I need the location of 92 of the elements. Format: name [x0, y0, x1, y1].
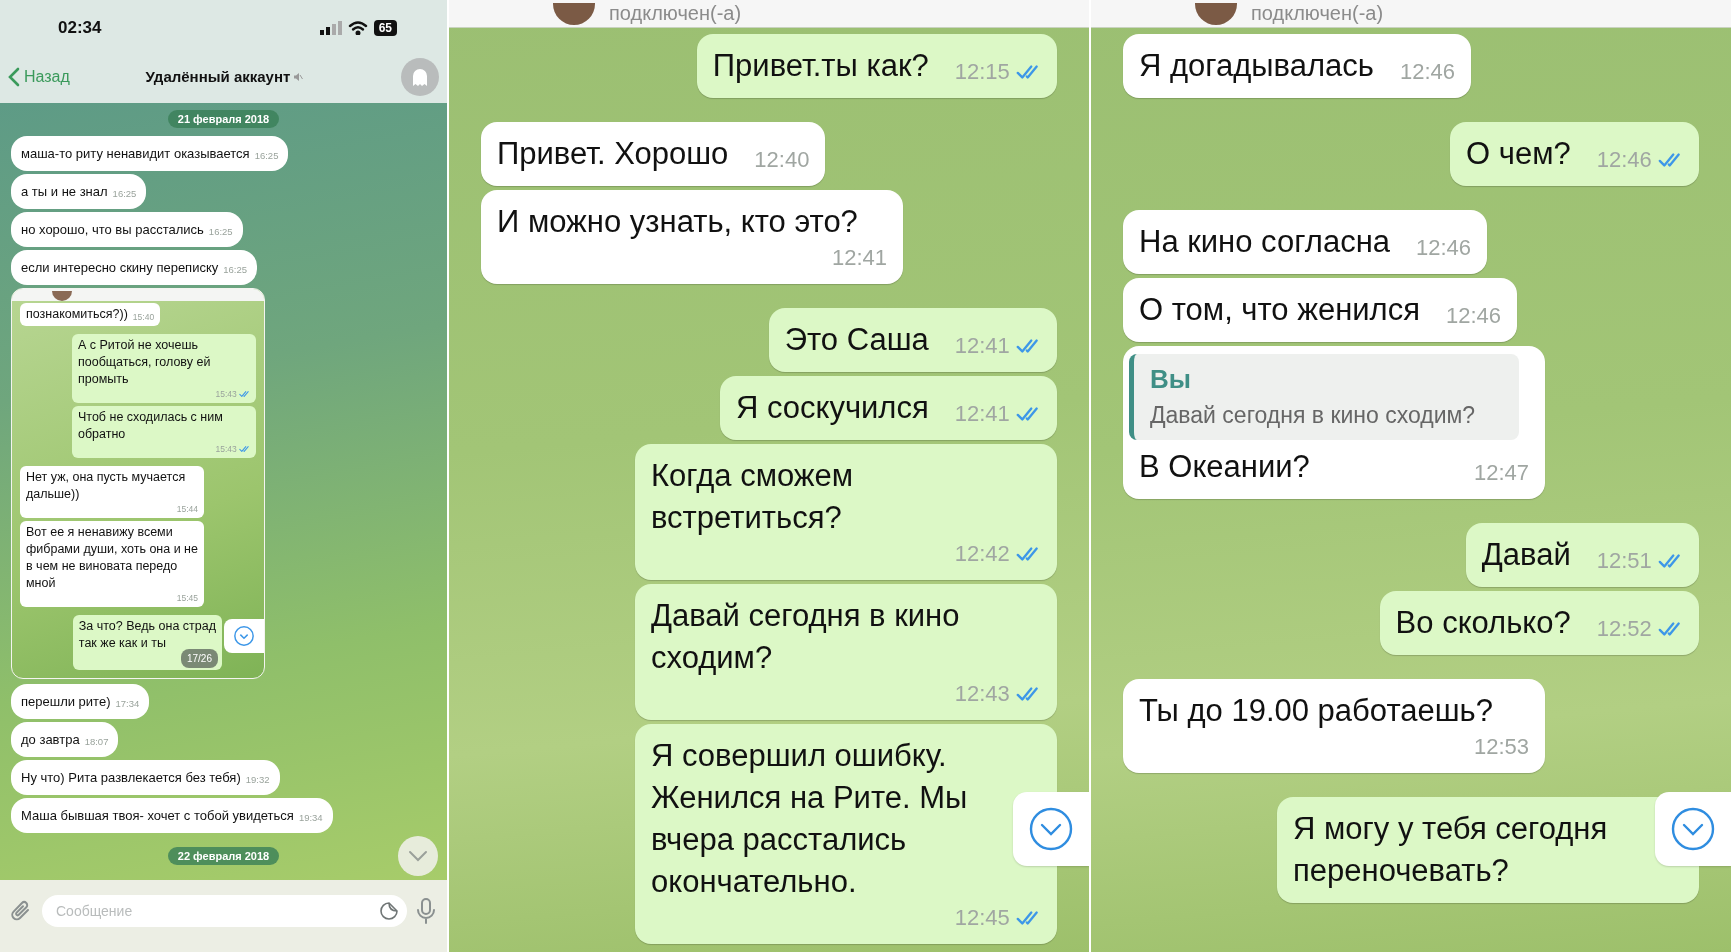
message-text: перешли рите) — [21, 693, 111, 710]
message-time: 12:41 — [954, 400, 1010, 428]
message-time: 12:46 — [1416, 234, 1472, 262]
message-time: 12:15 — [954, 58, 1010, 86]
message-time: 16:25 — [208, 226, 233, 238]
chevron-down-icon — [1670, 806, 1716, 852]
message-text: В Океании? — [1139, 448, 1310, 486]
microphone-icon — [417, 898, 435, 924]
message-time: 12:46 — [1399, 58, 1455, 86]
message-time: 16:25 — [223, 264, 248, 276]
date-pill: 21 февраля 2018 — [167, 110, 280, 128]
message-time: 12:52 — [1596, 615, 1652, 643]
quote-author: Вы — [1150, 363, 1192, 396]
message-time: 16:25 — [254, 150, 279, 162]
avatar-photo — [553, 2, 595, 25]
quote-text: Давай сегодня в кино сходим? — [1150, 401, 1477, 430]
message-text: На кино согласна — [1139, 223, 1390, 261]
message-time: 19:34 — [298, 812, 323, 824]
message-text: О чем? — [1466, 135, 1571, 173]
message-text: Нет уж, она пусть мучается дальше)) — [26, 469, 187, 503]
message-time: 16:25 — [112, 188, 137, 200]
message-text: Я соскучился — [735, 389, 929, 427]
message-text: Это Саша — [784, 321, 929, 359]
message-text: Во сколько? — [1395, 604, 1571, 642]
message-text: если интересно скину переписку — [21, 259, 219, 276]
paperclip-icon — [10, 899, 32, 923]
message-time: 12:40 — [754, 146, 810, 174]
message-text: А с Ритой не хочешь пообщаться, голову ей промыть — [78, 337, 212, 388]
battery-level: 65 — [373, 20, 397, 36]
message-time: 15:44 — [176, 503, 198, 515]
message-time: 12:41 — [831, 244, 887, 272]
chat-title: Удалённый аккаунт — [145, 68, 291, 85]
message-text: познакомиться?)) — [26, 306, 128, 323]
message-text: Я догадывалась — [1139, 47, 1374, 85]
message-text: а ты и не знал — [21, 183, 108, 200]
page-counter-badge: 17/26 — [180, 649, 218, 668]
message-time: 15:40 — [132, 311, 155, 323]
message-text: За что? Ведь она страд так же как и ты — [78, 618, 216, 652]
message-text: Давай сегодня в кино сходим? — [651, 597, 961, 677]
date-pill: 22 февраля 2018 — [167, 847, 280, 865]
message-time: 12:53 — [1473, 733, 1529, 761]
message-text: Ну что) Рита развлекается без тебя) — [21, 769, 241, 786]
message-text: О том, что женился — [1139, 291, 1420, 329]
message-time: 15:43 — [215, 443, 237, 455]
message-text: Я могу у тебя сегодня переночевать? — [1293, 810, 1609, 890]
wifi-icon — [347, 21, 368, 35]
message-text: Когда сможем встретиться? — [651, 457, 855, 537]
scroll-down-button[interactable] — [398, 836, 438, 876]
back-button[interactable]: Назад — [8, 66, 70, 87]
message-text: Ты до 19.00 работаешь? — [1139, 692, 1493, 730]
status-time: 02:34 — [58, 18, 102, 38]
message-text: Давай — [1481, 536, 1571, 574]
message-text: но хорошо, что вы расстались — [21, 221, 204, 238]
message-time: 12:46 — [1446, 302, 1502, 330]
connection-status: подключен(-а) — [609, 2, 742, 25]
message-text: Вот ее я ненавижу всеми фибрами души, хоть она и не в чем не виновата передо мной — [26, 524, 198, 592]
message-text: Маша бывшая твоя- хочет с тобой увидеться — [21, 807, 294, 824]
message-time: 12:42 — [954, 540, 1010, 568]
message-time: 12:43 — [954, 680, 1010, 708]
scroll-down-button[interactable] — [1013, 792, 1089, 866]
message-time: 12:41 — [954, 332, 1010, 360]
deleted-account-avatar[interactable] — [401, 57, 439, 96]
message-time: 15:43 — [215, 388, 237, 400]
ghost-icon — [412, 67, 428, 86]
message-text: до завтра — [21, 731, 80, 748]
chevron-left-icon — [8, 66, 20, 87]
connection-status: подключен(-а) — [1251, 2, 1384, 25]
message-time: 17:34 — [115, 698, 140, 710]
message-time: 12:46 — [1596, 146, 1652, 174]
muted-speaker-icon — [293, 71, 304, 82]
message-text: И можно узнать, кто это? — [497, 203, 858, 241]
message-text: Привет. Хорошо — [497, 135, 729, 173]
message-time: 18:07 — [84, 736, 109, 748]
signal-icon — [319, 21, 342, 35]
message-text: Привет.ты как? — [712, 47, 929, 85]
chevron-down-icon — [233, 625, 255, 647]
chevron-down-icon — [1028, 806, 1074, 852]
message-text: Чтоб не сходилась с ним обратно — [78, 409, 224, 443]
message-time: 12:45 — [954, 904, 1010, 932]
message-input-field[interactable]: Сообщение — [42, 895, 407, 927]
message-time: 12:51 — [1596, 547, 1652, 575]
chevron-down-icon — [408, 850, 428, 862]
avatar-photo — [52, 291, 72, 301]
message-text: Я совершил ошибку. Женился на Рите. Мы вчера расстались окончательно. — [651, 737, 969, 901]
message-time: 15:45 — [176, 592, 198, 604]
message-time: 19:32 — [245, 774, 270, 786]
scroll-down-button[interactable] — [224, 619, 264, 653]
message-time: 12:47 — [1473, 459, 1529, 487]
avatar-photo — [1195, 2, 1237, 25]
sticker-icon[interactable] — [379, 901, 399, 921]
message-text: маша-то риту ненавидит оказывается — [21, 145, 250, 162]
scroll-down-button[interactable] — [1655, 792, 1731, 866]
